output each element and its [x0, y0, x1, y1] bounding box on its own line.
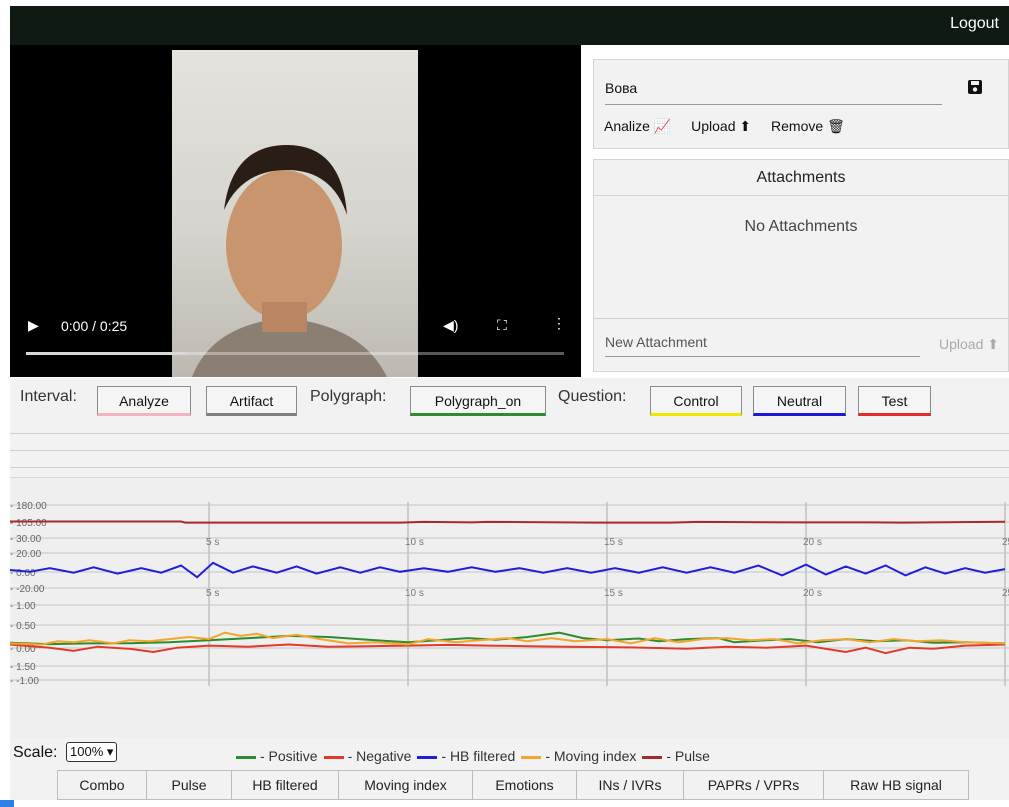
legend-swatch	[323, 755, 344, 759]
remove-button[interactable]: Remove 🗑	[771, 118, 845, 134]
x-tick-label: 5 s	[206, 588, 219, 599]
analize-button[interactable]: Analize 📈	[604, 118, 671, 134]
video-progress-bar[interactable]	[26, 352, 564, 355]
upload-icon: ⬆	[739, 118, 752, 134]
y-tick-label: - 30.00	[10, 534, 42, 545]
legend-item: - Moving index	[521, 748, 636, 764]
legend-item: - HB filtered	[417, 748, 515, 764]
chart-legend: - Positive - Negative - HB filtered - Movin…	[236, 748, 716, 764]
tab-moving-index[interactable]: Moving index	[338, 770, 473, 800]
attachments-panel: Attachments No Attachments New Attachmen…	[593, 159, 1009, 372]
tab-raw-hb-signal[interactable]: Raw HB signal	[823, 770, 969, 800]
neutral-button[interactable]: Neutral	[753, 386, 846, 416]
polygraph-label: Polygraph:	[310, 388, 387, 405]
x-tick-label: 15 s	[604, 537, 623, 548]
x-tick-label: 10 s	[405, 537, 424, 548]
attachment-upload-label: Upload	[939, 336, 984, 352]
signal-chart[interactable]: - 180.00- 105.00- 30.00- 20.00- 0.00- -2…	[10, 478, 1009, 738]
record-panel: Вова Analize 📈 Upload ⬆ Remove 🗑	[593, 59, 1009, 149]
tab-ins-ivrs[interactable]: INs / IVRs	[576, 770, 684, 800]
track-line	[10, 450, 1009, 451]
legend-item: - Negative	[323, 748, 412, 764]
record-name-input[interactable]: Вова	[605, 74, 942, 105]
x-tick-label: 25	[1002, 588, 1009, 599]
x-tick-label: 10 s	[405, 588, 424, 599]
y-tick-label: - 0.50	[10, 621, 36, 632]
scale-select[interactable]: 100% ▾	[66, 742, 118, 762]
chart-icon: 📈	[653, 118, 672, 134]
play-icon[interactable]: ▶	[28, 317, 39, 334]
new-attachment-input[interactable]: New Attachment	[605, 330, 920, 357]
legend-label: - Negative	[347, 748, 412, 764]
attachments-title: Attachments	[594, 160, 1008, 196]
no-attachments-text: No Attachments	[744, 218, 858, 235]
upload-label: Upload	[691, 118, 736, 134]
tab-combo[interactable]: Combo	[57, 770, 147, 800]
question-label: Question:	[558, 388, 627, 405]
trash-icon: 🗑	[827, 118, 845, 134]
logout-link[interactable]: Logout	[950, 15, 999, 33]
legend-swatch	[417, 755, 438, 759]
y-tick-label: - 180.00	[10, 501, 47, 512]
upload-button[interactable]: Upload ⬆	[691, 118, 751, 134]
track-line	[10, 467, 1009, 468]
analyze-interval-button[interactable]: Analyze	[97, 386, 191, 416]
x-tick-label: 5 s	[206, 537, 219, 548]
corner-marker	[0, 800, 14, 807]
volume-icon[interactable]: ◀)	[443, 317, 458, 334]
person-silhouette-icon	[192, 145, 387, 377]
tab-hb-filtered[interactable]: HB filtered	[231, 770, 339, 800]
more-icon[interactable]: ⋮	[552, 315, 566, 332]
x-tick-label: 20 s	[803, 588, 822, 599]
scale-label: Scale:	[13, 744, 58, 761]
analize-label: Analize	[604, 118, 650, 134]
x-tick-label: 25	[1002, 537, 1009, 548]
video-player[interactable]: ▶ 0:00 / 0:25 ◀) ⛶ ⋮	[10, 45, 581, 377]
polygraph-on-button[interactable]: Polygraph_on	[410, 386, 546, 416]
tab-pulse[interactable]: Pulse	[146, 770, 232, 800]
signal-chart-svg: - 180.00- 105.00- 30.00- 20.00- 0.00- -2…	[10, 501, 1009, 687]
y-tick-label: - 1.50	[10, 662, 36, 673]
upload-icon: ⬆	[987, 336, 999, 352]
y-tick-label: - 105.00	[10, 518, 47, 529]
legend-label: - Pulse	[666, 748, 710, 764]
record-actions: Analize 📈 Upload ⬆ Remove 🗑	[604, 118, 861, 135]
series-negative	[10, 643, 1006, 655]
legend-item: - Positive	[236, 748, 318, 764]
video-frame	[172, 50, 418, 377]
test-button[interactable]: Test	[858, 386, 931, 416]
tab-emotions[interactable]: Emotions	[472, 770, 577, 800]
artifact-button[interactable]: Artifact	[206, 386, 297, 416]
tab-paprs-vprs[interactable]: PAPRs / VPRs	[683, 770, 824, 800]
remove-label: Remove	[771, 118, 824, 134]
save-icon[interactable]	[967, 79, 983, 100]
interval-label: Interval:	[20, 388, 77, 405]
divider	[594, 318, 1008, 319]
y-tick-label: - -20.00	[10, 584, 45, 595]
x-tick-label: 15 s	[604, 588, 623, 599]
legend-swatch	[236, 755, 256, 759]
series-hb-filtered	[10, 561, 1006, 579]
y-tick-label: - 20.00	[10, 549, 42, 560]
legend-label: - Positive	[260, 748, 318, 764]
legend-label: - Moving index	[545, 748, 637, 764]
annotation-toolbar: Interval: Analyze Artifact Polygraph: Po…	[10, 378, 1009, 489]
y-tick-label: - -1.00	[10, 676, 39, 687]
attachment-upload-button[interactable]: Upload ⬆	[939, 336, 999, 353]
top-bar: Logout	[10, 6, 1009, 45]
legend-swatch	[521, 755, 542, 759]
series-pulse	[10, 520, 1006, 524]
control-button[interactable]: Control	[650, 386, 742, 416]
x-tick-label: 20 s	[803, 537, 822, 548]
legend-item: - Pulse	[642, 748, 710, 764]
video-time: 0:00 / 0:25	[61, 318, 128, 334]
legend-label: - HB filtered	[441, 748, 516, 764]
y-tick-label: - 1.00	[10, 601, 36, 612]
bottom-bar: Scale: 100% ▾ - Positive - Negative - HB f…	[10, 738, 1009, 800]
track-line	[10, 433, 1009, 434]
legend-swatch	[642, 755, 663, 759]
fullscreen-icon[interactable]: ⛶	[497, 317, 507, 334]
